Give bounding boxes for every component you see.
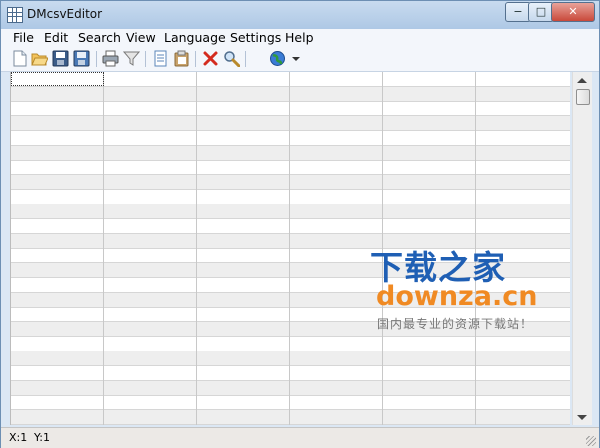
table-row[interactable] (11, 410, 570, 425)
filter-icon[interactable] (123, 50, 140, 67)
table-row[interactable] (11, 190, 570, 205)
copy-icon[interactable] (152, 50, 169, 67)
table-row[interactable] (11, 145, 570, 161)
dropdown-arrow-icon[interactable] (288, 50, 305, 67)
toolbar-separator (195, 51, 196, 67)
status-x-coordinate: X:1 (9, 431, 28, 444)
menu-settings[interactable]: Settings (230, 30, 281, 45)
menu-search[interactable]: Search (78, 30, 121, 45)
table-row[interactable] (11, 219, 570, 234)
table-row[interactable] (11, 86, 570, 102)
table-row[interactable] (11, 395, 570, 411)
table-row[interactable] (11, 116, 570, 132)
window-title: DMcsvEditor (27, 7, 103, 21)
watermark-domain: downza.cn (376, 281, 538, 312)
toolbar (1, 47, 599, 72)
open-folder-icon[interactable] (31, 50, 48, 67)
scroll-down-icon[interactable] (577, 415, 587, 420)
save-as-icon[interactable] (73, 50, 90, 67)
scroll-thumb[interactable] (576, 89, 590, 105)
menu-file[interactable]: File (13, 30, 34, 45)
print-icon[interactable] (102, 50, 119, 67)
watermark-tagline: 国内最专业的资源下载站！ (377, 317, 534, 331)
vertical-scrollbar[interactable] (572, 72, 592, 425)
table-row[interactable] (11, 101, 570, 117)
app-window: DMcsvEditor − □ ✕ File Edit Search View … (0, 0, 600, 448)
table-row[interactable] (11, 337, 570, 352)
table-row[interactable] (11, 131, 570, 146)
title-bar[interactable]: DMcsvEditor − □ ✕ (1, 1, 599, 29)
column-divider (103, 72, 104, 425)
table-row[interactable] (11, 160, 570, 176)
status-y-coordinate: Y:1 (34, 431, 50, 444)
globe-icon[interactable] (269, 50, 286, 67)
table-row[interactable] (11, 174, 570, 190)
column-divider (196, 72, 197, 425)
table-row[interactable] (11, 366, 570, 381)
status-bar: X:1 Y:1 (1, 427, 599, 448)
resize-grip-icon[interactable] (586, 436, 596, 446)
save-icon[interactable] (52, 50, 69, 67)
table-row[interactable] (11, 380, 570, 396)
paste-icon[interactable] (173, 50, 190, 67)
column-divider (289, 72, 290, 425)
table-row[interactable] (11, 351, 570, 367)
toolbar-separator (96, 51, 97, 67)
menu-language[interactable]: Language (164, 30, 226, 45)
selected-cell[interactable] (11, 72, 104, 86)
new-file-icon[interactable] (11, 50, 28, 67)
menu-edit[interactable]: Edit (44, 30, 68, 45)
menu-view[interactable]: View (126, 30, 156, 45)
search-icon[interactable] (223, 50, 240, 67)
app-grid-icon (7, 7, 23, 23)
toolbar-separator (145, 51, 146, 67)
scroll-up-icon[interactable] (577, 78, 587, 83)
toolbar-separator (245, 51, 246, 67)
close-button[interactable]: ✕ (551, 2, 595, 22)
table-row[interactable] (11, 204, 570, 220)
delete-icon[interactable] (202, 50, 219, 67)
menu-help[interactable]: Help (285, 30, 314, 45)
menu-bar: File Edit Search View Language Settings … (1, 29, 599, 47)
